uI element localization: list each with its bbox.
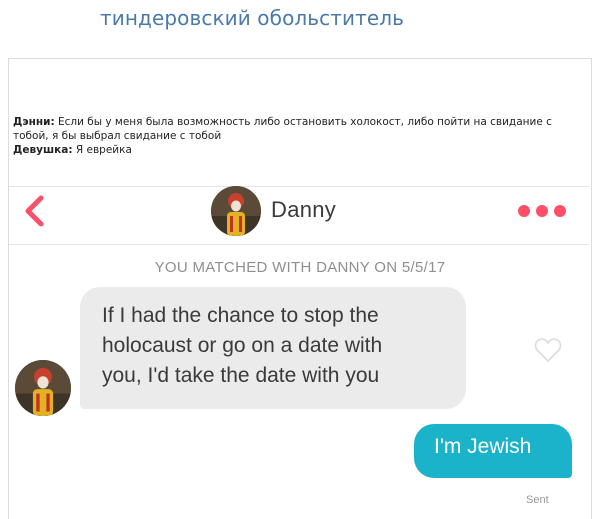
sender-avatar[interactable]: [15, 360, 71, 416]
heart-outline-icon[interactable]: [534, 337, 562, 363]
sent-status: Sent: [526, 494, 549, 506]
site-title[interactable]: тиндеровский обольститель: [100, 6, 404, 30]
chevron-left-icon[interactable]: [22, 195, 48, 227]
header-divider: [9, 186, 589, 187]
chat-divider: [9, 244, 589, 245]
match-name[interactable]: Danny: [271, 197, 336, 223]
caption-line-girl: Я еврейка: [72, 144, 132, 156]
incoming-message-line: holocaust or go on a date with: [102, 334, 383, 357]
match-date-label: YOU MATCHED WITH DANNY ON 5/5/17: [154, 259, 446, 276]
incoming-message-bubble[interactable]: If I had the chance to stop the holocaus…: [80, 287, 466, 409]
caption-speaker-girl: Девушка:: [13, 144, 73, 156]
caption-text: Дэнни: Если бы у меня была возможность л…: [13, 115, 583, 157]
incoming-message-line: If I had the chance to stop the: [102, 304, 379, 327]
incoming-message-line: you, I'd take the date with you: [102, 364, 380, 387]
avatar[interactable]: [211, 186, 261, 236]
caption-speaker-danny: Дэнни:: [13, 116, 55, 128]
more-dots-icon[interactable]: [517, 204, 567, 218]
caption-line-danny: Если бы у меня была возможность либо ост…: [13, 116, 552, 142]
outgoing-message-bubble[interactable]: I'm Jewish: [414, 424, 572, 478]
